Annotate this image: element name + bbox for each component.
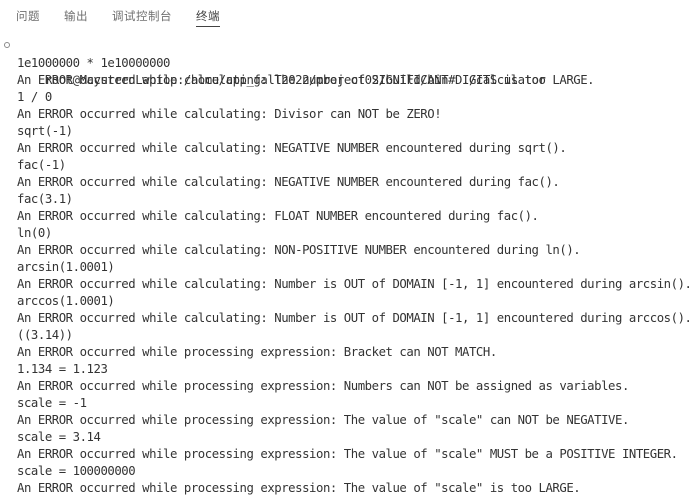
terminal-line: 1 / 0 bbox=[17, 90, 52, 104]
terminal-line: fac(3.1) bbox=[17, 192, 73, 206]
terminal-line: scale = 3.14 bbox=[17, 430, 101, 444]
tab-debug-console[interactable]: 调试控制台 bbox=[100, 0, 184, 34]
terminal-line: arcsin(1.0001) bbox=[17, 260, 115, 274]
terminal-line: An ERROR occurred while calculating: NEG… bbox=[17, 175, 560, 189]
terminal-line: An ERROR occurred while calculating: NEG… bbox=[17, 141, 567, 155]
tab-output[interactable]: 输出 bbox=[52, 0, 100, 34]
terminal-line: scale = -1 bbox=[17, 396, 87, 410]
terminal-line: 1e1000000 * 1e10000000 bbox=[17, 56, 170, 70]
terminal-line: An ERROR occurred while processing expre… bbox=[17, 447, 678, 461]
terminal-line: scale = 100000000 bbox=[17, 464, 136, 478]
tab-problems[interactable]: 问题 bbox=[0, 0, 52, 34]
terminal-line: 1.134 = 1.123 bbox=[17, 362, 108, 376]
terminal-line: sqrt(-1) bbox=[17, 124, 73, 138]
circle-outline-icon[interactable] bbox=[4, 42, 10, 48]
terminal-line: An ERROR occurred while processing expre… bbox=[17, 379, 629, 393]
terminal-line: ((3.14)) bbox=[17, 328, 73, 342]
terminal-line: An ERROR occurred while calculating: FLO… bbox=[17, 209, 539, 223]
terminal-output[interactable]: root@MaysternLaptop:/home/cpp_fall2022/p… bbox=[0, 38, 698, 496]
terminal-line: fac(-1) bbox=[17, 158, 66, 172]
terminal-line: ln(0) bbox=[17, 226, 52, 240]
panel-tab-bar: 问题 输出 调试控制台 终端 bbox=[0, 0, 698, 34]
terminal-line: An ERROR occurred while calculating: Div… bbox=[17, 107, 442, 121]
terminal-line: An ERROR occurred while processing expre… bbox=[17, 413, 629, 427]
terminal-line: An ERROR occurred while processing expre… bbox=[17, 481, 581, 495]
terminal-line: An ERROR occurred while calculating: The… bbox=[17, 73, 595, 87]
terminal-line: arccos(1.0001) bbox=[17, 294, 115, 308]
terminal-line: An ERROR occurred while calculating: Num… bbox=[17, 311, 692, 325]
terminal-line: root@MaysternLaptop:/home/cpp_fall2022/p… bbox=[0, 38, 698, 87]
terminal-line: An ERROR occurred while calculating: NON… bbox=[17, 243, 581, 257]
tab-terminal[interactable]: 终端 bbox=[184, 0, 232, 34]
terminal-line: An ERROR occurred while calculating: Num… bbox=[17, 277, 692, 291]
terminal-line: An ERROR occurred while processing expre… bbox=[17, 345, 497, 359]
